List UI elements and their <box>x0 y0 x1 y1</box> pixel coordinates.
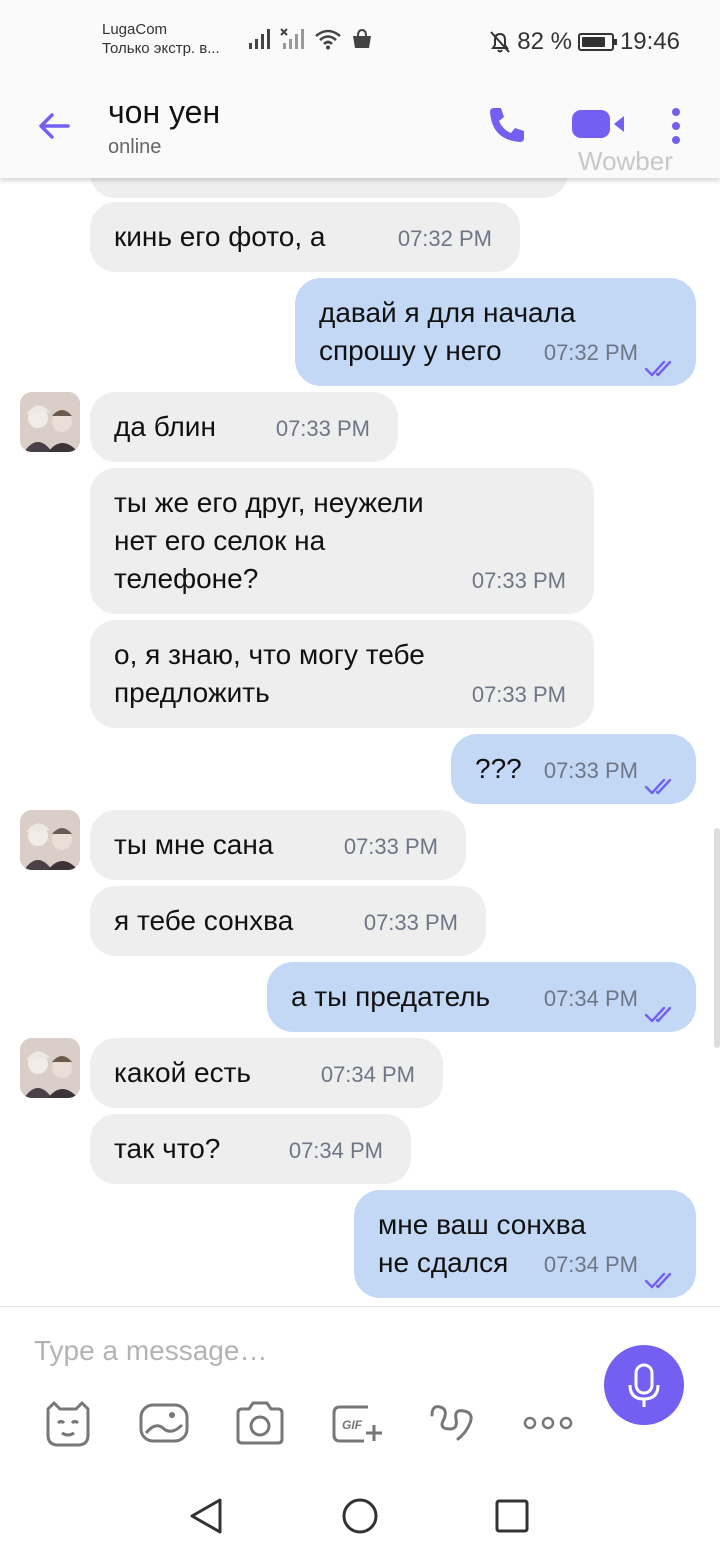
message-text-line: спрошу у него <box>319 335 502 366</box>
message-text-line: давай я для начала <box>319 297 576 328</box>
carrier-subtext: Только экстр. в... <box>102 40 220 57</box>
message-text-line: телефоне? <box>114 563 259 594</box>
message-time: 07:33 PM <box>471 568 566 593</box>
message-text: давай я для начала спрошу у него <box>319 294 576 370</box>
message-text: да блин <box>114 408 216 446</box>
message-text-line: да блин <box>114 411 216 442</box>
message-time: 07:32 PM <box>543 340 638 365</box>
clock: 19:46 <box>619 28 680 55</box>
status-right: 82 % 19:46 <box>489 28 680 56</box>
message-text-line: нет его селок на <box>114 525 326 556</box>
message-text: так что? <box>114 1130 220 1168</box>
phone-call-icon[interactable] <box>484 102 530 148</box>
system-nav-bar <box>0 1482 720 1560</box>
message-text-line: ты мне сана <box>114 829 274 860</box>
battery-icon <box>577 33 617 51</box>
message-list[interactable]: кинь его фото, а 07:32 PM давай я для нача… <box>0 178 720 1306</box>
chat-header: чон уен online Wowber <box>0 70 720 178</box>
nav-back-icon[interactable] <box>184 1494 228 1538</box>
gif-icon[interactable]: GIF <box>328 1395 384 1451</box>
message-time: 07:33 PM <box>363 910 458 935</box>
mic-button[interactable] <box>604 1345 684 1425</box>
camera-icon[interactable] <box>232 1395 288 1451</box>
message-text: ты же его друг, неужели нет его селок на т… <box>114 484 424 598</box>
message-time: 07:33 PM <box>543 758 638 783</box>
mute-bell-icon <box>490 31 510 53</box>
message-time: 07:33 PM <box>343 834 438 859</box>
status-bar: LugaCom Только экстр. в... 82 % 19:46 <box>0 0 720 70</box>
message-text-line: кинь его фото, а <box>114 221 326 252</box>
avatar[interactable] <box>20 1038 80 1098</box>
microphone-icon <box>628 1363 660 1407</box>
read-receipt-icon <box>644 1262 678 1289</box>
incoming-message[interactable]: ты же его друг, неужели нет его селок на т… <box>90 468 594 614</box>
nav-recents-icon[interactable] <box>490 1494 534 1538</box>
message-time: 07:32 PM <box>397 226 492 251</box>
message-time: 07:34 PM <box>543 986 638 1011</box>
message-text-line: мне ваш сонхва <box>378 1209 586 1240</box>
video-call-icon[interactable] <box>570 106 630 142</box>
carrier-name: LugaCom <box>102 21 168 38</box>
message-text-line: ??? <box>475 753 522 784</box>
message-input[interactable] <box>34 1331 574 1371</box>
message-text: кинь его фото, а <box>114 218 325 256</box>
incoming-message[interactable]: ты мне сана 07:33 PM <box>90 810 466 880</box>
message-text: ты мне сана <box>114 826 273 864</box>
outgoing-message[interactable]: а ты предатель 07:34 PM <box>267 962 696 1032</box>
message-text: я тебе сонхва <box>114 902 293 940</box>
message-time: 07:33 PM <box>275 416 370 441</box>
incoming-message[interactable]: я тебе сонхва 07:33 PM <box>90 886 486 956</box>
signal-off-icon <box>280 28 304 49</box>
message-time: 07:33 PM <box>471 682 566 707</box>
message-text: какой есть <box>114 1054 251 1092</box>
message-text-line: какой есть <box>114 1057 251 1088</box>
message-text-line: так что? <box>114 1133 221 1164</box>
more-vertical-icon[interactable] <box>662 104 690 148</box>
read-receipt-icon <box>644 350 678 377</box>
message-text: ??? <box>475 750 522 788</box>
sticker-icon[interactable] <box>40 1395 96 1451</box>
outgoing-message[interactable]: давай я для начала спрошу у него 07:32 PM <box>295 278 696 386</box>
message-time: 07:34 PM <box>320 1062 415 1087</box>
battery-percent: 82 % <box>517 28 572 55</box>
carrier-info: LugaCom Только экстр. в... <box>102 20 220 58</box>
incoming-message[interactable]: о, я знаю, что могу тебе предложить 07:33 … <box>90 620 594 728</box>
incoming-message[interactable]: да блин 07:33 PM <box>90 392 398 462</box>
back-arrow-icon[interactable] <box>32 104 76 148</box>
message-text: а ты предатель <box>291 978 490 1016</box>
message-bubble-partial <box>90 178 568 198</box>
message-text-line: я тебе сонхва <box>114 905 294 936</box>
message-time: 07:34 PM <box>288 1138 383 1163</box>
nav-home-icon[interactable] <box>338 1494 382 1538</box>
avatar[interactable] <box>20 810 80 870</box>
read-receipt-icon <box>644 996 678 1023</box>
message-text-line: ты же его друг, неужели <box>114 487 424 518</box>
composer: GIF <box>0 1306 720 1482</box>
message-text-line: о, я знаю, что могу тебе <box>114 639 425 670</box>
message-text-line: предложить <box>114 677 270 708</box>
avatar[interactable] <box>20 392 80 452</box>
wifi-icon <box>315 29 341 50</box>
contact-name[interactable]: чон уен <box>108 94 220 131</box>
scrollbar[interactable] <box>714 828 720 1048</box>
read-receipt-icon <box>644 768 678 795</box>
incoming-message[interactable]: так что? 07:34 PM <box>90 1114 411 1184</box>
message-text-line: а ты предатель <box>291 981 491 1012</box>
doodle-icon[interactable] <box>424 1395 480 1451</box>
watermark: Wowber <box>578 146 673 176</box>
gallery-icon[interactable] <box>136 1395 192 1451</box>
outgoing-message[interactable]: мне ваш сонхва не сдался 07:34 PM <box>354 1190 696 1298</box>
more-options-icon[interactable] <box>520 1395 576 1451</box>
shop-icon <box>353 28 371 48</box>
outgoing-message[interactable]: ??? 07:33 PM <box>451 734 696 804</box>
message-text: о, я знаю, что могу тебе предложить <box>114 636 425 712</box>
contact-status: online <box>108 136 162 158</box>
incoming-message[interactable]: кинь его фото, а 07:32 PM <box>90 202 520 272</box>
signal-icons <box>248 28 374 50</box>
svg-text:GIF: GIF <box>342 1418 363 1432</box>
message-time: 07:34 PM <box>543 1252 638 1277</box>
signal-icon <box>249 29 270 49</box>
incoming-message[interactable]: какой есть 07:34 PM <box>90 1038 443 1108</box>
